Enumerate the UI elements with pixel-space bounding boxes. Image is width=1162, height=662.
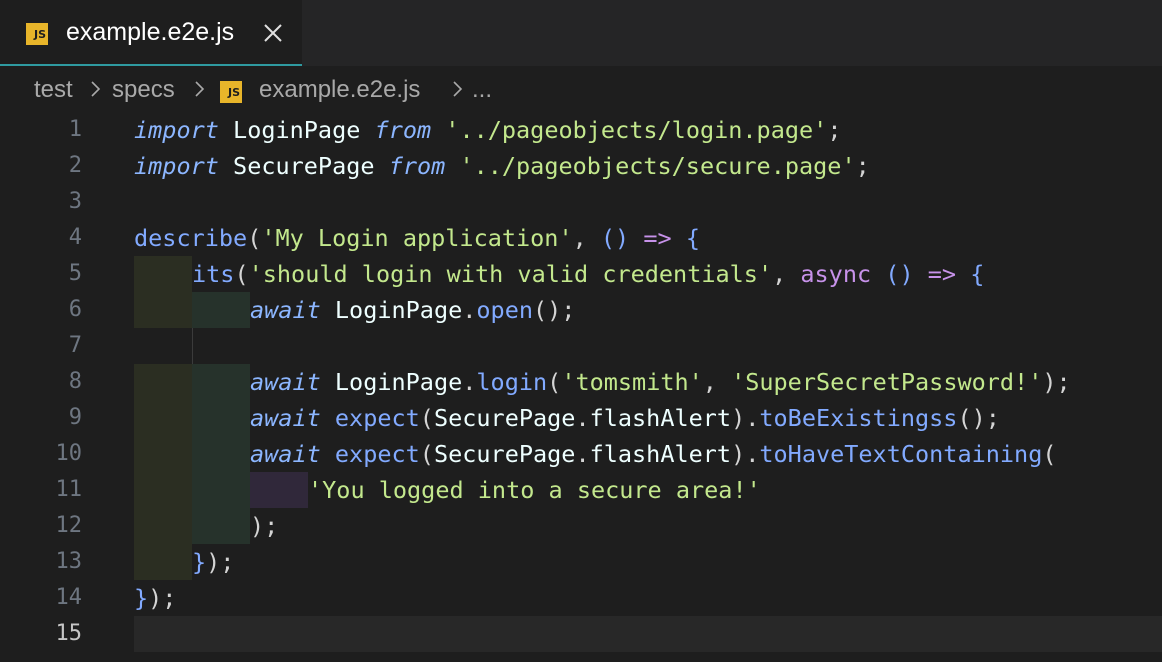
line-number: 9: [68, 405, 82, 430]
code-line: 12 );: [0, 508, 1162, 544]
code-editor[interactable]: 1 import LoginPage from '../pageobjects/…: [0, 112, 1162, 662]
code-line: 13 });: [0, 544, 1162, 580]
chevron-right-icon: [88, 78, 104, 98]
indent-guide: [192, 328, 193, 364]
indent-guide: [134, 256, 192, 292]
line-number: 4: [68, 225, 82, 250]
code-line-current: 15: [0, 616, 1162, 652]
code-line: 14 });: [0, 580, 1162, 616]
tab-example-e2e-js[interactable]: JS example.e2e.js: [0, 0, 302, 66]
line-number: 14: [55, 585, 83, 610]
close-icon[interactable]: [260, 20, 286, 46]
code-text: await expect(SecurePage.flashAlert).toHa…: [250, 440, 1057, 468]
indent-guide: [134, 436, 192, 472]
code-text: });: [134, 584, 177, 612]
code-text: await expect(SecurePage.flashAlert).toBe…: [250, 404, 1000, 432]
code-line: 2 import SecurePage from '../pageobjects…: [0, 148, 1162, 184]
js-file-icon: JS: [26, 23, 48, 45]
line-number: 7: [68, 333, 82, 358]
line-number: 12: [55, 513, 83, 538]
code-line: 3: [0, 184, 1162, 220]
indent-guide: [134, 292, 192, 328]
code-line: 9 await expect(SecurePage.flashAlert).to…: [0, 400, 1162, 436]
code-text: its('should login with valid credentials…: [192, 260, 985, 288]
indent-guide: [192, 364, 250, 400]
indent-guide: [134, 508, 192, 544]
chevron-right-icon: [450, 78, 466, 98]
line-number: 5: [68, 261, 82, 286]
code-line: 4 describe('My Login application', () =>…: [0, 220, 1162, 256]
breadcrumb-item-test[interactable]: test: [34, 76, 73, 104]
line-number: 1: [68, 117, 82, 142]
indent-guide: [192, 292, 250, 328]
js-file-icon: JS: [220, 81, 242, 103]
code-line: 1 import LoginPage from '../pageobjects/…: [0, 112, 1162, 148]
line-number: 8: [68, 369, 82, 394]
indent-guide: [134, 364, 192, 400]
indent-guide: [134, 400, 192, 436]
line-number: 10: [55, 441, 83, 466]
tab-label: example.e2e.js: [66, 18, 235, 46]
line-number: 3: [68, 189, 82, 214]
tab-bar: JS example.e2e.js: [0, 0, 1162, 66]
code-text: });: [192, 548, 235, 576]
line-number: 15: [55, 621, 83, 646]
code-line: 7: [0, 328, 1162, 364]
code-text: import LoginPage from '../pageobjects/lo…: [134, 116, 842, 144]
code-text: 'You logged into a secure area!': [308, 476, 761, 504]
indent-guide: [192, 508, 250, 544]
indent-guide: [134, 544, 192, 580]
code-text: describe('My Login application', () => {: [134, 224, 700, 252]
indent-guide: [134, 472, 192, 508]
indent-guide: [192, 472, 250, 508]
code-line: 8 await LoginPage.login('tomsmith', 'Sup…: [0, 364, 1162, 400]
line-number: 11: [55, 477, 83, 502]
code-line: 10 await expect(SecurePage.flashAlert).t…: [0, 436, 1162, 472]
breadcrumb-item-file[interactable]: example.e2e.js: [259, 76, 420, 104]
breadcrumb-ellipsis[interactable]: ...: [472, 76, 492, 104]
code-line: 11 'You logged into a secure area!': [0, 472, 1162, 508]
breadcrumb-item-specs[interactable]: specs: [112, 76, 175, 104]
code-text: );: [250, 512, 279, 540]
code-line: 6 await LoginPage.open();: [0, 292, 1162, 328]
indent-guide: [192, 400, 250, 436]
code-line: 5 its('should login with valid credentia…: [0, 256, 1162, 292]
line-number: 6: [68, 297, 82, 322]
line-number: 13: [55, 549, 83, 574]
code-text: import SecurePage from '../pageobjects/s…: [134, 152, 870, 180]
code-text: await LoginPage.login('tomsmith', 'Super…: [250, 368, 1071, 396]
line-number: 2: [68, 153, 82, 178]
indent-guide: [250, 472, 308, 508]
current-line-highlight: [134, 616, 1162, 652]
indent-guide: [192, 436, 250, 472]
breadcrumb: test specs JS example.e2e.js ...: [0, 68, 1162, 112]
chevron-right-icon: [192, 78, 208, 98]
code-text: await LoginPage.open();: [250, 296, 576, 324]
